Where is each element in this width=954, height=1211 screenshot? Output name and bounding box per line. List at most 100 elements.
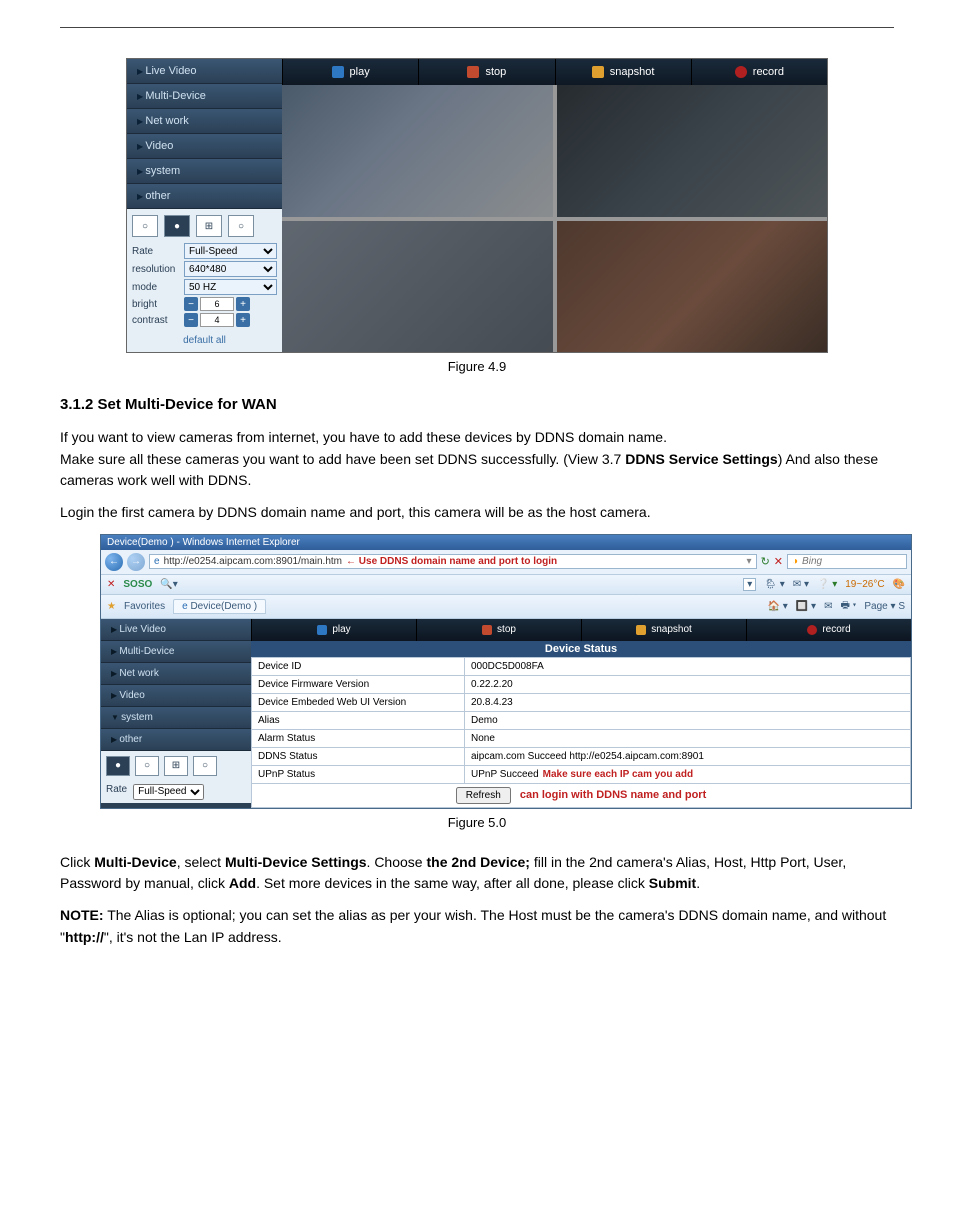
soso-label: SOSO (123, 579, 152, 590)
snapshot-icon (592, 66, 604, 78)
play-button[interactable]: play (282, 59, 418, 85)
layout-9-icon[interactable]: ⊞ (196, 215, 222, 237)
fig50-side-menu: Live Video Multi-Device Net work Video s… (101, 619, 251, 808)
fig49-control-box: ○ ● ⊞ ○ Rate Full-Speed resolution 640*4… (127, 209, 282, 352)
back-button[interactable]: ← (105, 553, 123, 571)
menu-video[interactable]: Video (127, 134, 282, 159)
bright-input[interactable] (200, 297, 234, 311)
stop-load-icon[interactable]: ✕ (774, 555, 783, 568)
rate-select[interactable]: Full-Speed (133, 784, 204, 800)
layout-4-icon[interactable]: ● (106, 756, 130, 776)
menu-live-video[interactable]: Live Video (101, 619, 251, 641)
table-row: DDNS Statusaipcam.com Succeed http://e02… (252, 747, 911, 765)
record-button[interactable]: record (746, 619, 911, 641)
print-icon[interactable]: 🖶 ▾ (840, 598, 856, 615)
stop-icon (467, 66, 479, 78)
video-cell-2[interactable] (557, 85, 828, 217)
mode-label: mode (132, 282, 182, 293)
default-all-link[interactable]: default all (132, 329, 277, 346)
menu-system[interactable]: system (127, 159, 282, 184)
search-icon[interactable]: 🔍▾ (160, 579, 177, 590)
video-cell-3[interactable] (282, 221, 553, 353)
menu-network[interactable]: Net work (127, 109, 282, 134)
snapshot-button[interactable]: snapshot (555, 59, 691, 85)
tail-paragraph-2: NOTE: The Alias is optional; you can set… (60, 905, 894, 948)
bright-plus-button[interactable]: + (236, 297, 250, 311)
toolbar-dropdown[interactable]: ▾ (743, 578, 756, 591)
rate-label: Rate (132, 246, 182, 257)
figure-5-0: Device(Demo ) - Windows Internet Explore… (100, 534, 912, 809)
menu-multi-device[interactable]: Multi-Device (127, 84, 282, 109)
record-icon (735, 66, 747, 78)
palette-icon[interactable]: 🎨 (893, 579, 905, 590)
rate-label: Rate (106, 784, 127, 800)
ie-icon: e (154, 556, 160, 567)
mode-select[interactable]: 50 HZ (184, 279, 277, 295)
read-mail-icon[interactable]: ✉ (824, 601, 832, 612)
video-cell-1[interactable] (282, 85, 553, 217)
window-title: Device(Demo ) - Windows Internet Explore… (101, 535, 911, 550)
fig49-main: play stop snapshot record (282, 59, 827, 352)
layout-1-icon[interactable]: ○ (132, 215, 158, 237)
resolution-label: resolution (132, 264, 182, 275)
contrast-input[interactable] (200, 313, 234, 327)
refresh-button[interactable]: Refresh (456, 787, 511, 804)
figure-4-9: Live Video Multi-Device Net work Video s… (126, 58, 828, 353)
bright-minus-button[interactable]: − (184, 297, 198, 311)
address-bar[interactable]: e http://e0254.aipcam.com:8901/main.htm … (149, 554, 757, 569)
menu-network[interactable]: Net work (101, 663, 251, 685)
favorites-label: Favorites (124, 601, 165, 612)
layout-9-icon[interactable]: ⊞ (164, 756, 188, 776)
favorites-tab[interactable]: e Device(Demo ) (173, 599, 266, 614)
menu-multi-device[interactable]: Multi-Device (101, 641, 251, 663)
table-row: UPnP Status UPnP SucceedMake sure each I… (252, 765, 911, 783)
resolution-select[interactable]: 640*480 (184, 261, 277, 277)
stop-icon (482, 625, 492, 635)
home-icon[interactable]: 🏠 ▾ (768, 601, 788, 612)
device-status-header: Device Status (251, 641, 911, 657)
record-button[interactable]: record (691, 59, 827, 85)
table-row: AliasDemo (252, 711, 911, 729)
page-menu-label[interactable]: Page ▾ S (864, 601, 905, 612)
menu-other[interactable]: other (101, 729, 251, 751)
stop-button[interactable]: stop (416, 619, 581, 641)
feeds-icon[interactable]: 🔲 ▾ (796, 601, 816, 612)
stop-button[interactable]: stop (418, 59, 554, 85)
table-row: Alarm StatusNone (252, 729, 911, 747)
help-icon[interactable]: ❔ ▾ (817, 579, 837, 590)
figure-5-0-caption: Figure 5.0 (60, 815, 894, 830)
contrast-plus-button[interactable]: + (236, 313, 250, 327)
annotation-1: Make sure each IP cam you add (543, 769, 693, 780)
temp-label: 19~26°C (845, 579, 884, 590)
table-row: Device Firmware Version0.22.2.20 (252, 675, 911, 693)
contrast-minus-button[interactable]: − (184, 313, 198, 327)
menu-other[interactable]: other (127, 184, 282, 209)
layout-4-icon[interactable]: ● (164, 215, 190, 237)
favorites-bar: ★ Favorites e Device(Demo ) 🏠 ▾ 🔲 ▾ ✉ 🖶 … (101, 595, 911, 619)
table-row: Device Embeded Web UI Version20.8.4.23 (252, 693, 911, 711)
play-button[interactable]: play (251, 619, 416, 641)
menu-video[interactable]: Video (101, 685, 251, 707)
layout-1-icon[interactable]: ○ (135, 756, 159, 776)
mail-icon[interactable]: ✉ ▾ (793, 579, 809, 590)
layout-16-icon[interactable]: ○ (228, 215, 254, 237)
layout-16-icon[interactable]: ○ (193, 756, 217, 776)
browser-toolbar: ✕ SOSO 🔍▾ ▾ 🌦 ▾ ✉ ▾ ❔ ▾ 19~26°C 🎨 (101, 575, 911, 595)
menu-system[interactable]: system (101, 707, 251, 729)
fig49-video-grid (282, 85, 827, 352)
menu-live-video[interactable]: Live Video (127, 59, 282, 84)
device-status-panel: Device Status Device ID000DC5D008FA Devi… (251, 641, 911, 808)
search-box[interactable]: ◑ Bing (787, 554, 907, 569)
forward-button[interactable]: → (127, 553, 145, 571)
section-paragraph-1: If you want to view cameras from interne… (60, 427, 894, 492)
figure-4-9-caption: Figure 4.9 (60, 359, 894, 374)
rate-select[interactable]: Full-Speed (184, 243, 277, 259)
weather-icon: 🌦 ▾ (764, 579, 785, 590)
refresh-icon[interactable]: ↻ (761, 555, 770, 568)
play-icon (332, 66, 344, 78)
bright-label: bright (132, 299, 182, 310)
record-icon (807, 625, 817, 635)
favorites-star-icon[interactable]: ★ (107, 601, 116, 612)
video-cell-4[interactable] (557, 221, 828, 353)
snapshot-button[interactable]: snapshot (581, 619, 746, 641)
